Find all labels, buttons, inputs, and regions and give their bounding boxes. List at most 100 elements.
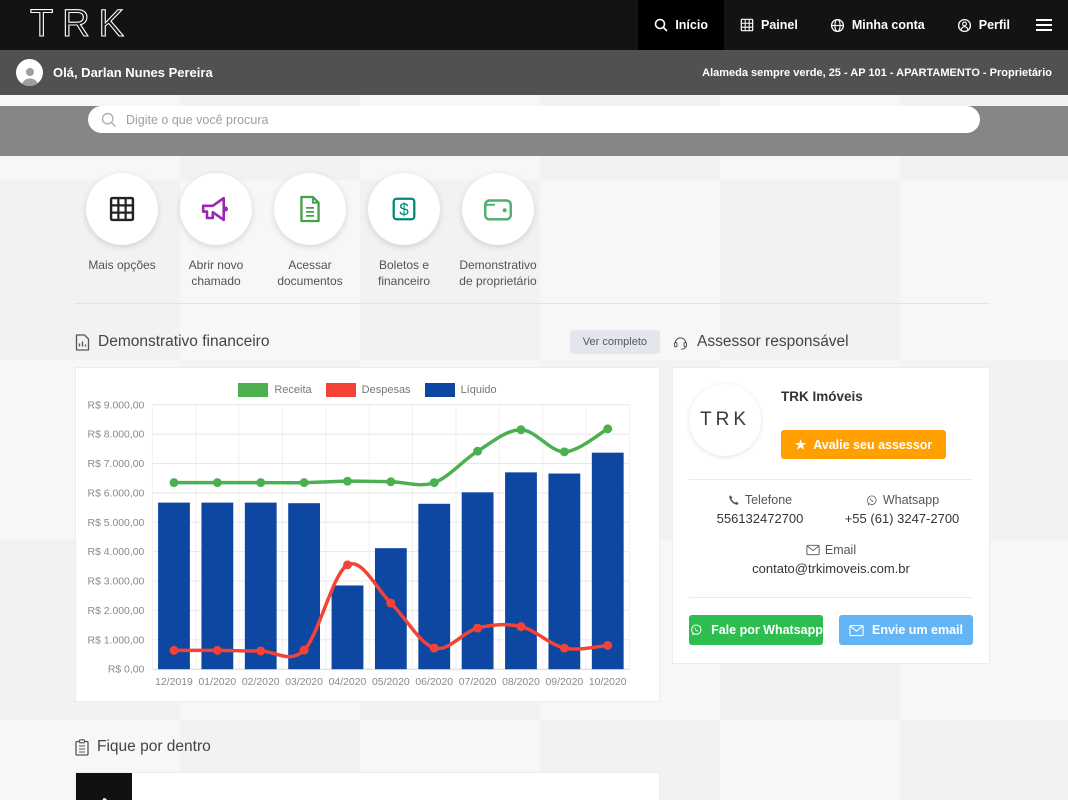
email-icon xyxy=(849,624,864,637)
svg-text:03/2020: 03/2020 xyxy=(285,677,323,688)
svg-text:08/2020: 08/2020 xyxy=(502,677,540,688)
svg-text:10/2020: 10/2020 xyxy=(589,677,627,688)
legend-item: Líquido xyxy=(424,383,497,397)
top-navbar: TRK Início Painel Minha conta Perfil xyxy=(0,0,1068,50)
rate-advisor-label: Avalie seu assessor xyxy=(813,437,933,452)
greeting-text: Olá, Darlan Nunes Pereira xyxy=(53,65,213,80)
nav-item-label: Painel xyxy=(760,18,798,32)
svg-text:05/2020: 05/2020 xyxy=(372,677,410,688)
globe-icon xyxy=(830,18,845,33)
email-button-label: Envie um email xyxy=(871,623,963,637)
email-value[interactable]: contato@trkimoveis.com.br xyxy=(689,561,973,576)
advisor-card: TRK TRK Imóveis ★ Avalie seu assessor Te… xyxy=(672,367,990,664)
chart-legend: Receita Despesas Líquido xyxy=(76,383,659,397)
grid-icon xyxy=(86,173,158,245)
file-chart-icon xyxy=(75,333,90,351)
financial-chart-card: Receita Despesas Líquido R$ 0,00 R$ 1.000,0… xyxy=(75,367,660,702)
ver-completo-button[interactable]: Ver completo xyxy=(569,330,660,354)
svg-text:R$ 1.000,00: R$ 1.000,00 xyxy=(88,635,145,646)
document-icon xyxy=(274,173,346,245)
section-title: Demonstrativo financeiro xyxy=(98,333,270,350)
greeting-bar: Olá, Darlan Nunes Pereira Alameda sempre… xyxy=(0,50,1068,95)
quick-action-demonstrativo[interactable]: Demonstrativo de proprietário xyxy=(451,173,545,303)
page: TRK Início Painel Minha conta Perfil Olá… xyxy=(0,0,1068,800)
main-nav: Início Painel Minha conta Perfil xyxy=(638,0,1068,50)
user-avatar[interactable] xyxy=(16,59,43,86)
news-empty-message: Quando surgirem novidades, exibiremos aq… xyxy=(132,773,659,800)
quick-action-label: Mais opções xyxy=(88,258,156,272)
quick-action-acessar-documentos[interactable]: Acessar documentos xyxy=(263,173,357,303)
property-info: Alameda sempre verde, 25 - AP 101 - APAR… xyxy=(702,66,1052,79)
whatsapp-icon xyxy=(689,623,703,637)
hamburger-menu-icon[interactable] xyxy=(1026,0,1068,50)
svg-text:04/2020: 04/2020 xyxy=(329,677,367,688)
svg-text:R$ 2.000,00: R$ 2.000,00 xyxy=(88,606,145,617)
quick-actions: Mais opções Abrir novo chamado Acessar d… xyxy=(75,156,990,303)
section-title: Assessor responsável xyxy=(697,333,849,350)
news-section-header: Fique por dentro xyxy=(75,735,660,759)
svg-text:R$ 3.000,00: R$ 3.000,00 xyxy=(88,577,145,588)
quick-action-mais-opcoes[interactable]: Mais opções xyxy=(75,173,169,303)
dollar-icon: $ xyxy=(368,173,440,245)
nav-item-label: Minha conta xyxy=(851,18,925,32)
svg-text:R$ 0,00: R$ 0,00 xyxy=(108,665,145,676)
wallet-icon xyxy=(462,173,534,245)
divider xyxy=(689,479,973,480)
svg-text:09/2020: 09/2020 xyxy=(546,677,584,688)
app-logo[interactable]: TRK xyxy=(29,0,133,50)
legend-swatch xyxy=(238,383,269,397)
quick-action-label: Acessar documentos xyxy=(277,258,343,289)
financial-section-header: Demonstrativo financeiro Ver completo xyxy=(75,330,660,354)
phone-icon xyxy=(728,494,740,506)
quick-action-label: Abrir novo chamado xyxy=(188,258,244,289)
legend-swatch xyxy=(424,383,455,397)
nav-item-label: Perfil xyxy=(978,18,1010,32)
svg-text:R$ 5.000,00: R$ 5.000,00 xyxy=(88,518,145,529)
advisor-section-header: Assessor responsável xyxy=(672,330,990,354)
quick-action-boletos[interactable]: $ Boletos e financeiro xyxy=(357,173,451,303)
whatsapp-value[interactable]: +55 (61) 3247-2700 xyxy=(831,511,973,526)
whatsapp-button[interactable]: Fale por Whatsapp xyxy=(689,615,823,645)
star-icon: ★ xyxy=(795,438,807,452)
email-label: Email xyxy=(824,543,857,557)
phone-value[interactable]: 556132472700 xyxy=(689,511,831,526)
user-icon xyxy=(957,18,972,33)
search-input[interactable] xyxy=(126,112,967,127)
news-empty-row: Quando surgirem novidades, exibiremos aq… xyxy=(75,772,660,800)
megaphone-icon xyxy=(180,173,252,245)
phone-contact: Telefone 556132472700 xyxy=(689,493,831,526)
rate-advisor-button[interactable]: ★ Avalie seu assessor xyxy=(781,430,947,459)
nav-item-inicio[interactable]: Início xyxy=(638,0,724,50)
svg-text:R$ 8.000,00: R$ 8.000,00 xyxy=(88,430,145,441)
svg-text:R$ 7.000,00: R$ 7.000,00 xyxy=(88,459,145,470)
legend-label: Líquido xyxy=(460,384,497,396)
quick-action-abrir-chamado[interactable]: Abrir novo chamado xyxy=(169,173,263,303)
legend-item: Receita xyxy=(238,383,312,397)
email-icon xyxy=(806,544,820,556)
legend-label: Receita xyxy=(274,384,312,396)
divider xyxy=(689,597,973,598)
send-email-button[interactable]: Envie um email xyxy=(839,615,973,645)
search-bar[interactable] xyxy=(88,106,980,133)
whatsapp-contact: Whatsapp +55 (61) 3247-2700 xyxy=(831,493,973,526)
main-content: Mais opções Abrir novo chamado Acessar d… xyxy=(0,156,1068,800)
nav-item-label: Início xyxy=(675,18,708,32)
svg-text:R$ 4.000,00: R$ 4.000,00 xyxy=(88,547,145,558)
legend-swatch xyxy=(325,383,356,397)
headset-icon xyxy=(672,334,689,351)
whatsapp-button-label: Fale por Whatsapp xyxy=(711,623,823,637)
nav-item-minha-conta[interactable]: Minha conta xyxy=(814,0,941,50)
thumbs-up-icon xyxy=(76,773,132,800)
quick-action-label: Demonstrativo de proprietário xyxy=(459,258,537,289)
advisor-logo: TRK xyxy=(689,384,761,456)
svg-text:06/2020: 06/2020 xyxy=(415,677,453,688)
svg-text:R$ 9.000,00: R$ 9.000,00 xyxy=(88,400,145,411)
nav-item-perfil[interactable]: Perfil xyxy=(941,0,1026,50)
svg-text:07/2020: 07/2020 xyxy=(459,677,497,688)
svg-text:$: $ xyxy=(399,199,409,219)
nav-item-painel[interactable]: Painel xyxy=(724,0,814,50)
whatsapp-icon xyxy=(865,494,878,507)
search-strip xyxy=(0,106,1068,156)
legend-label: Despesas xyxy=(361,384,411,396)
grid-icon xyxy=(740,18,754,32)
